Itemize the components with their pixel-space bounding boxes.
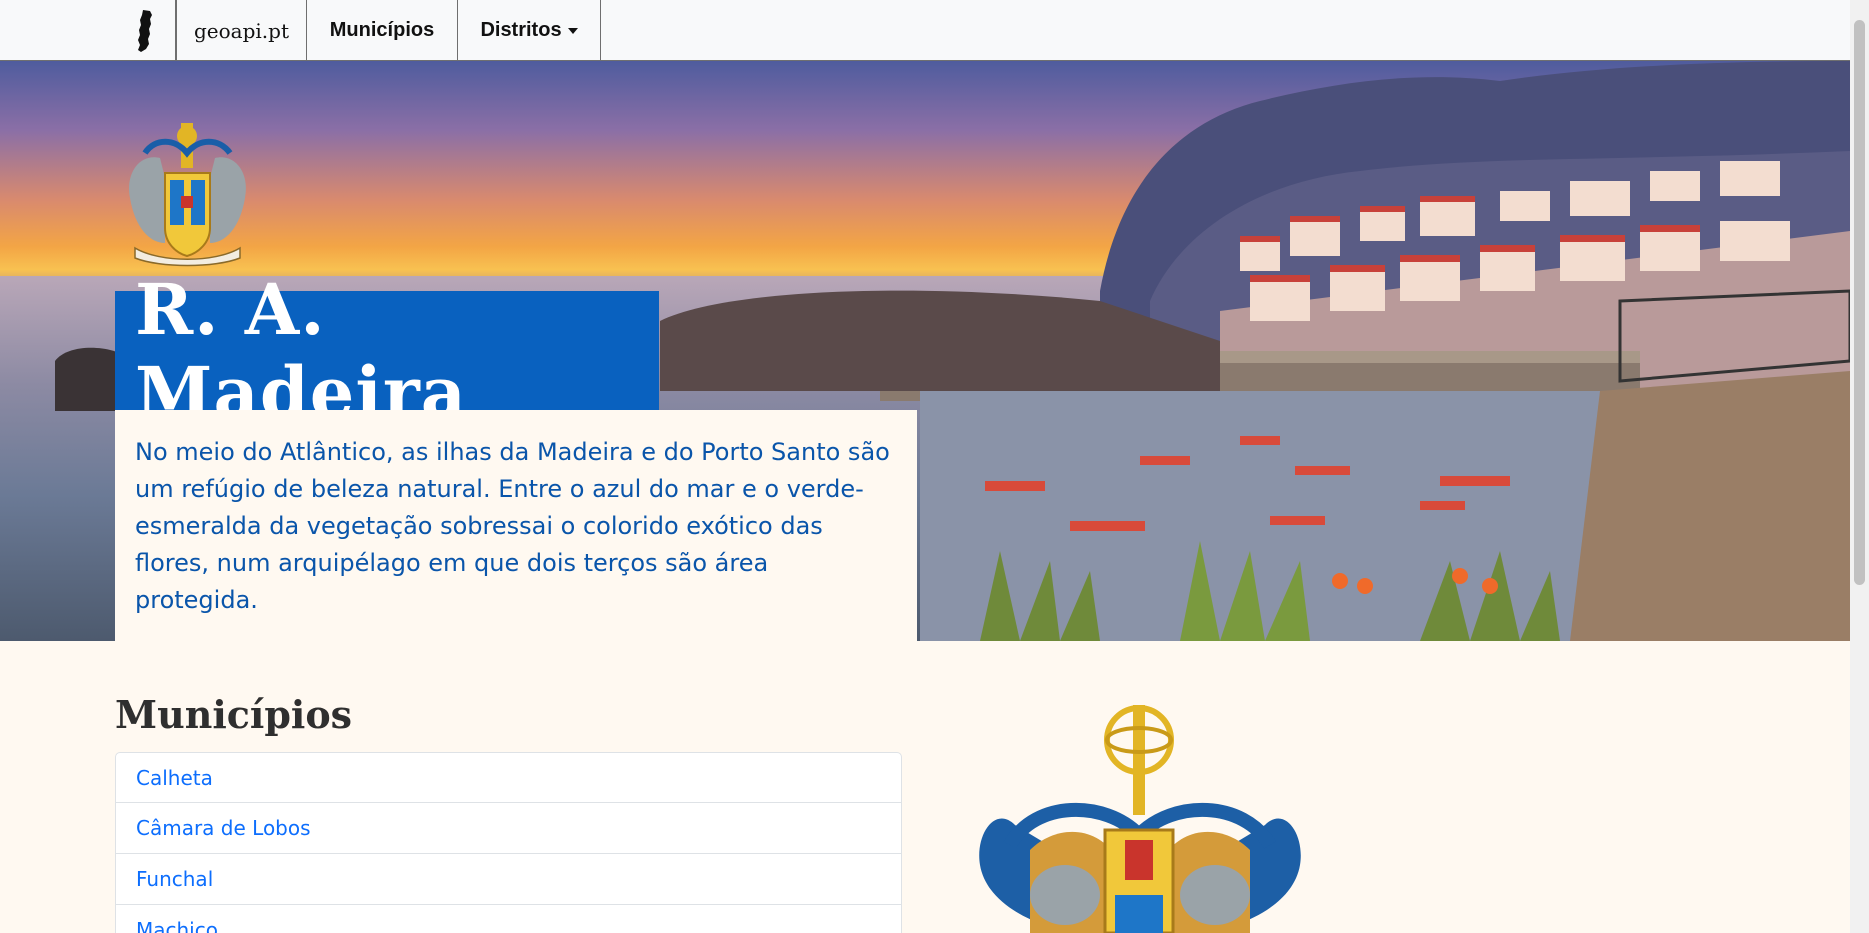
- top-navbar: geoapi.pt Municípios Distritos: [0, 0, 1850, 61]
- caret-down-icon: [567, 27, 578, 34]
- page-scrollbar[interactable]: [1850, 0, 1869, 933]
- home-logo-link[interactable]: [116, 0, 176, 61]
- region-description: No meio do Atlântico, as ilhas da Madeir…: [135, 438, 890, 614]
- municipios-heading: Municípios: [115, 692, 353, 737]
- region-description-box: No meio do Atlântico, as ilhas da Madeir…: [115, 410, 917, 641]
- madeira-coat-of-arms-large-image: [935, 695, 1345, 933]
- madeira-coat-of-arms-image: [129, 123, 246, 267]
- brand-link[interactable]: geoapi.pt: [176, 0, 307, 61]
- hero-banner: R. A. Madeira No meio do Atlântico, as i…: [0, 61, 1850, 641]
- municipio-link-calheta[interactable]: Calheta: [115, 752, 902, 803]
- municipio-link-machico[interactable]: Machico: [115, 905, 902, 933]
- municipio-link-camara-de-lobos[interactable]: Câmara de Lobos: [115, 803, 902, 854]
- region-title-banner: R. A. Madeira: [115, 268, 659, 434]
- nav-distritos-label: Distritos: [480, 19, 562, 41]
- municipio-link-funchal[interactable]: Funchal: [115, 854, 902, 905]
- nav-distritos-dropdown[interactable]: Distritos: [458, 0, 601, 61]
- nav-municipios-link[interactable]: Municípios: [307, 0, 458, 61]
- page-title: R. A. Madeira: [135, 267, 468, 434]
- municipios-list: Calheta Câmara de Lobos Funchal Machico: [115, 752, 902, 933]
- portugal-map-icon: [137, 9, 152, 52]
- scrollbar-thumb[interactable]: [1854, 20, 1865, 585]
